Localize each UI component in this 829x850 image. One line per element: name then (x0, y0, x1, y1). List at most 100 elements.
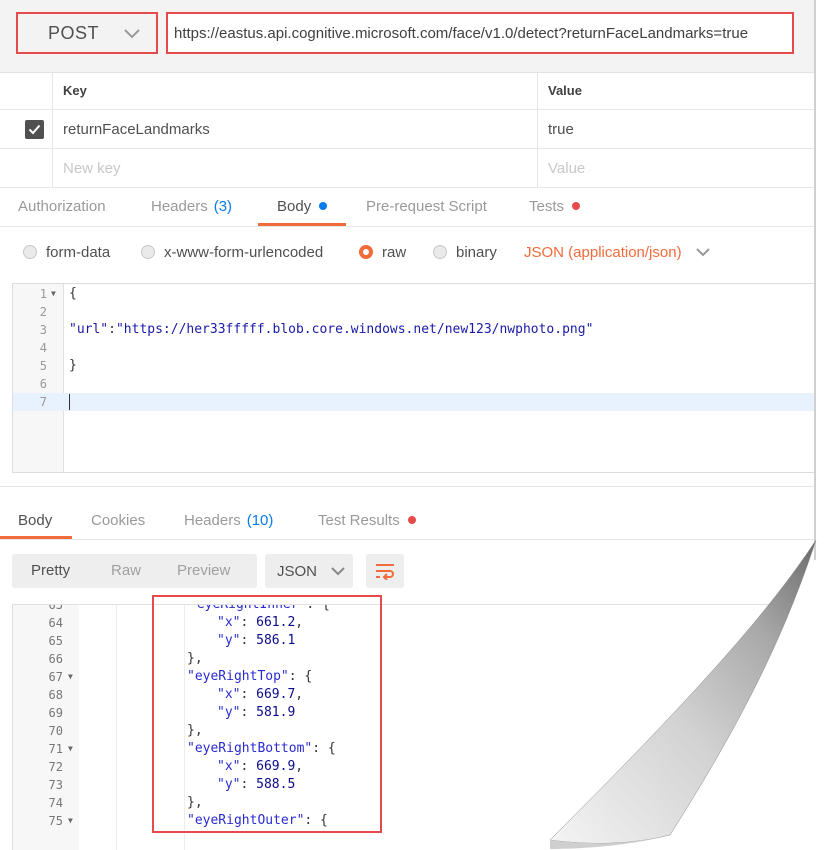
fold-arrow-icon[interactable]: ▼ (68, 812, 73, 830)
editor-line: 6 (13, 375, 816, 393)
params-key-header: Key (52, 72, 538, 109)
params-row: returnFaceLandmarks true (0, 110, 815, 149)
new-value-input[interactable]: Value (538, 149, 815, 187)
fold-arrow-icon[interactable]: ▼ (68, 668, 73, 686)
params-header-row: Key Value (0, 72, 815, 110)
chevron-down-icon (331, 563, 345, 580)
line-number: 3 (39, 323, 47, 337)
request-tabs: Authorization Headers (3) Body Pre-reques… (0, 186, 815, 227)
editor-line: 1 ▼ { (13, 285, 816, 303)
screenshot-edge-shadow (814, 0, 816, 560)
line-number: 6 (39, 377, 47, 391)
radio-form-data-label: form-data (46, 243, 111, 261)
tab-response-headers-label: Headers (184, 511, 241, 529)
tab-response-headers[interactable]: Headers (10) (184, 501, 273, 539)
radio-urlencoded[interactable]: x-www-form-urlencoded (141, 228, 323, 276)
tab-cookies-label: Cookies (91, 511, 146, 529)
section-divider (0, 486, 815, 487)
editor-line: 5 } (13, 357, 816, 375)
param-enabled-checkbox[interactable] (25, 120, 44, 139)
line-number: 74 (48, 796, 63, 810)
editor-line: 3 "url":"https://her33fffff.blob.core.wi… (13, 321, 816, 339)
line-number: 64 (48, 616, 63, 630)
line-number: 63 (48, 604, 63, 612)
line-number: 66 (48, 652, 63, 666)
fold-arrow-icon[interactable]: ▼ (68, 740, 73, 758)
content-type-select[interactable]: JSON (application/json) (524, 228, 710, 276)
line-number: 70 (48, 724, 63, 738)
active-tab-underline (0, 536, 72, 539)
line-number: 73 (48, 778, 63, 792)
new-key-input[interactable]: New key (52, 149, 538, 187)
params-table: Key Value returnFaceLandmarks true New k… (0, 72, 815, 188)
raw-button[interactable]: Raw (111, 554, 141, 588)
preview-button[interactable]: Preview (177, 554, 230, 588)
chevron-down-icon (695, 244, 710, 261)
format-label: JSON (277, 562, 318, 580)
radio-circle (141, 245, 155, 259)
method-label: POST (48, 22, 100, 43)
params-new-row: New key Value (0, 149, 815, 188)
response-headers-count: (10) (246, 511, 274, 529)
line-code: { (69, 286, 77, 301)
radio-urlencoded-label: x-www-form-urlencoded (164, 243, 324, 261)
tab-test-results-label: Test Results (318, 511, 400, 529)
line-number: 69 (48, 706, 63, 720)
radio-circle-selected (359, 245, 373, 259)
text-cursor (69, 394, 70, 410)
request-body-editor[interactable]: 1 ▼ { 2 3 "url":"https://her33fffff.blob… (12, 283, 816, 473)
tab-response-body-label: Body (18, 511, 53, 529)
editor-line: 4 (13, 339, 816, 357)
fold-arrow-icon[interactable]: ▼ (51, 285, 56, 303)
tab-authorization-label: Authorization (18, 197, 106, 215)
tab-body[interactable]: Body (277, 186, 328, 226)
url-input[interactable]: https://eastus.api.cognitive.microsoft.c… (166, 12, 794, 54)
line-number: 75 (48, 814, 63, 828)
method-select[interactable]: POST (16, 12, 158, 54)
wrap-lines-icon (376, 564, 394, 580)
tab-headers-label: Headers (151, 197, 208, 215)
tab-body-label: Body (277, 197, 312, 215)
line-number: 7 (39, 395, 47, 409)
page-curl-decoration (549, 540, 829, 849)
line-number: 67 (48, 670, 63, 684)
line-number: 1 (39, 287, 47, 301)
radio-raw[interactable]: raw (359, 228, 406, 276)
pretty-button[interactable]: Pretty (31, 554, 70, 588)
radio-circle (23, 245, 37, 259)
radio-circle (433, 245, 447, 259)
radio-binary[interactable]: binary (433, 228, 497, 276)
format-select[interactable]: JSON (265, 554, 353, 588)
view-mode-segment: Pretty Raw Preview (12, 554, 257, 588)
param-key-input[interactable]: returnFaceLandmarks (52, 110, 538, 148)
radio-binary-label: binary (456, 243, 497, 261)
radio-form-data[interactable]: form-data (23, 228, 110, 276)
tab-authorization[interactable]: Authorization (18, 186, 106, 226)
line-number: 65 (48, 634, 63, 648)
json-string: "https://her33fffff.blob.core.windows.ne… (115, 322, 594, 337)
tab-headers[interactable]: Headers (3) (151, 186, 232, 226)
line-number: 5 (39, 359, 47, 373)
editor-current-line: 7 (13, 393, 816, 411)
tab-cookies[interactable]: Cookies (91, 501, 145, 539)
check-icon (28, 124, 41, 135)
chevron-down-icon (124, 26, 140, 44)
line-code: "url":"https://her33fffff.blob.core.wind… (69, 321, 593, 339)
tab-test-results[interactable]: Test Results (318, 501, 416, 539)
json-key: "url" (69, 322, 109, 337)
tab-response-body[interactable]: Body (18, 501, 52, 539)
tab-tests[interactable]: Tests (529, 186, 581, 226)
params-value-header: Value (548, 83, 582, 98)
wrap-lines-button[interactable] (366, 554, 404, 588)
highlight-box (152, 595, 382, 833)
tab-pre-request-script[interactable]: Pre-request Script (366, 186, 487, 226)
line-number: 2 (39, 305, 47, 319)
param-value-input[interactable]: true (538, 110, 815, 148)
headers-count-badge: (3) (213, 197, 233, 215)
body-indicator-dot (319, 202, 328, 210)
line-number: 71 (48, 742, 63, 756)
line-number: 68 (48, 688, 63, 702)
json-colon: : (108, 322, 116, 337)
tests-indicator-dot (572, 202, 581, 210)
content-type-label: JSON (application/json) (524, 243, 682, 261)
